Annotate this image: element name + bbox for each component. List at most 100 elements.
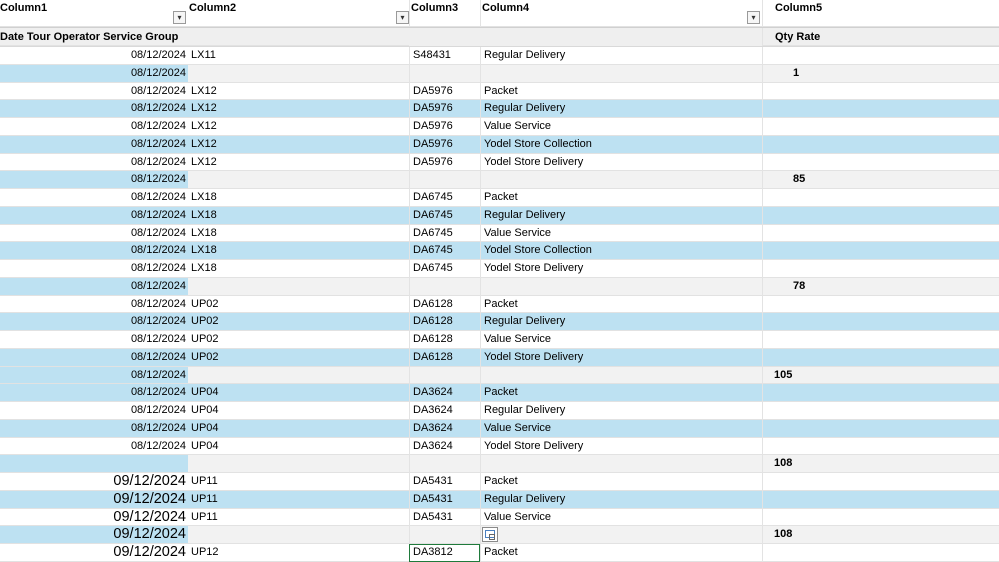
cell-4[interactable]: Packet	[480, 82, 762, 101]
cell-5[interactable]	[762, 118, 999, 136]
cell-3[interactable]: DA5431	[409, 490, 480, 509]
cell-4[interactable]: Yodel Store Collection	[480, 242, 762, 260]
cell-3[interactable]: DA6745	[409, 260, 480, 278]
cell-5[interactable]	[762, 419, 999, 438]
cell-1[interactable]: 08/12/2024	[0, 384, 188, 402]
cell-1[interactable]: 08/12/2024	[0, 313, 188, 331]
cell-5[interactable]: 1	[762, 64, 999, 83]
cell-2[interactable]	[188, 366, 409, 385]
filter-dropdown-icon[interactable]: ▾	[747, 11, 760, 24]
cell-1[interactable]: 08/12/2024	[0, 82, 188, 101]
cell-4[interactable]: Value Service	[480, 224, 762, 243]
cell-5[interactable]: 108	[762, 526, 999, 544]
cell-2[interactable]: UP04	[188, 384, 409, 402]
cell-3[interactable]: DA6745	[409, 189, 480, 207]
cell-2[interactable]: LX12	[188, 118, 409, 136]
cell-4[interactable]: Regular Delivery	[480, 206, 762, 225]
cell-1[interactable]: 08/12/2024	[0, 419, 188, 438]
cell-4[interactable]: Regular Delivery	[480, 490, 762, 509]
cell-4[interactable]	[480, 277, 762, 296]
cell-1[interactable]: 08/12/2024	[0, 135, 188, 154]
cell-5[interactable]	[762, 82, 999, 101]
cell-1[interactable]: 08/12/2024	[0, 171, 188, 189]
cell-3[interactable]: DA5431	[409, 473, 480, 491]
cell-2[interactable]: LX12	[188, 82, 409, 101]
cell-3[interactable]	[409, 277, 480, 296]
cell-4[interactable]	[480, 526, 762, 544]
cell-3[interactable]: DA6128	[409, 295, 480, 314]
cell-3[interactable]: S48431	[409, 47, 480, 65]
cell-1[interactable]: 08/12/2024	[0, 206, 188, 225]
cell-2[interactable]: LX11	[188, 47, 409, 65]
cell-3[interactable]: DA6128	[409, 348, 480, 367]
cell-5[interactable]	[762, 402, 999, 420]
cell-5[interactable]	[762, 313, 999, 331]
cell-1[interactable]: 08/12/2024	[0, 366, 188, 385]
cell-2[interactable]: UP02	[188, 348, 409, 367]
column-header-3[interactable]: Column3	[409, 0, 480, 27]
cell-4[interactable]: Regular Delivery	[480, 402, 762, 420]
cell-2[interactable]	[188, 64, 409, 83]
cell-2[interactable]	[188, 171, 409, 189]
cell-4[interactable]: Value Service	[480, 118, 762, 136]
cell-4[interactable]	[480, 171, 762, 189]
cell-5[interactable]: 85	[762, 171, 999, 189]
cell-4[interactable]: Value Service	[480, 419, 762, 438]
cell-2[interactable]: LX18	[188, 206, 409, 225]
cell-1[interactable]: 08/12/2024	[0, 277, 188, 296]
cell-2[interactable]: UP02	[188, 295, 409, 314]
cell-2[interactable]: LX12	[188, 135, 409, 154]
cell-4[interactable]: Packet	[480, 189, 762, 207]
cell-2[interactable]: UP11	[188, 473, 409, 491]
cell-2[interactable]: UP02	[188, 331, 409, 349]
cell-4[interactable]: Packet	[480, 473, 762, 491]
cell-1[interactable]: 08/12/2024	[0, 295, 188, 314]
cell-3[interactable]: DA5431	[409, 508, 480, 527]
cell-2[interactable]	[188, 526, 409, 544]
cell-4[interactable]: Yodel Store Collection	[480, 135, 762, 154]
cell-2[interactable]: LX12	[188, 153, 409, 172]
cell-2[interactable]	[188, 277, 409, 296]
cell-5[interactable]	[762, 473, 999, 491]
cell-1[interactable]: 08/12/2024	[0, 331, 188, 349]
cell-3[interactable]: DA5976	[409, 82, 480, 101]
cell-5[interactable]: 108	[762, 455, 999, 473]
cell-5[interactable]	[762, 508, 999, 527]
column-header-2[interactable]: Column2 ▾	[188, 0, 409, 27]
cell-5[interactable]	[762, 242, 999, 260]
cell-4[interactable]: Value Service	[480, 508, 762, 527]
cell-3[interactable]: DA3624	[409, 437, 480, 456]
cell-1[interactable]: 08/12/2024	[0, 260, 188, 278]
cell-3[interactable]	[409, 455, 480, 473]
cell-5[interactable]	[762, 206, 999, 225]
cell-3[interactable]: DA6128	[409, 331, 480, 349]
cell-3[interactable]: DA3624	[409, 384, 480, 402]
cell-5[interactable]	[762, 295, 999, 314]
cell-4[interactable]	[480, 455, 762, 473]
cell-1[interactable]: 08/12/2024	[0, 242, 188, 260]
cell-4[interactable]: Regular Delivery	[480, 47, 762, 65]
cell-5[interactable]	[762, 490, 999, 509]
cell-3[interactable]: DA6745	[409, 242, 480, 260]
cell-3[interactable]	[409, 64, 480, 83]
cell-1[interactable]: 08/12/2024	[0, 153, 188, 172]
cell-2[interactable]: LX12	[188, 100, 409, 118]
filter-dropdown-icon[interactable]: ▾	[173, 11, 186, 24]
subheader-right[interactable]: Qty Rate	[762, 28, 999, 46]
cell-1[interactable]: 08/12/2024	[0, 100, 188, 118]
cell-4[interactable]: Packet	[480, 384, 762, 402]
cell-2[interactable]: LX18	[188, 242, 409, 260]
column-header-1[interactable]: Column1 ▾	[0, 0, 188, 27]
cell-5[interactable]	[762, 189, 999, 207]
cell-4[interactable]: Yodel Store Delivery	[480, 348, 762, 367]
cell-3[interactable]: DA3624	[409, 402, 480, 420]
cell-1[interactable]: 09/12/2024	[0, 473, 188, 491]
cell-2[interactable]: UP02	[188, 313, 409, 331]
cell-5[interactable]	[762, 100, 999, 118]
cell-2[interactable]: UP04	[188, 437, 409, 456]
cell-3[interactable]: DA3624	[409, 419, 480, 438]
filter-dropdown-icon[interactable]: ▾	[396, 11, 409, 24]
cell-5[interactable]	[762, 384, 999, 402]
cell-2[interactable]: UP11	[188, 490, 409, 509]
cell-3[interactable]: DA5976	[409, 135, 480, 154]
